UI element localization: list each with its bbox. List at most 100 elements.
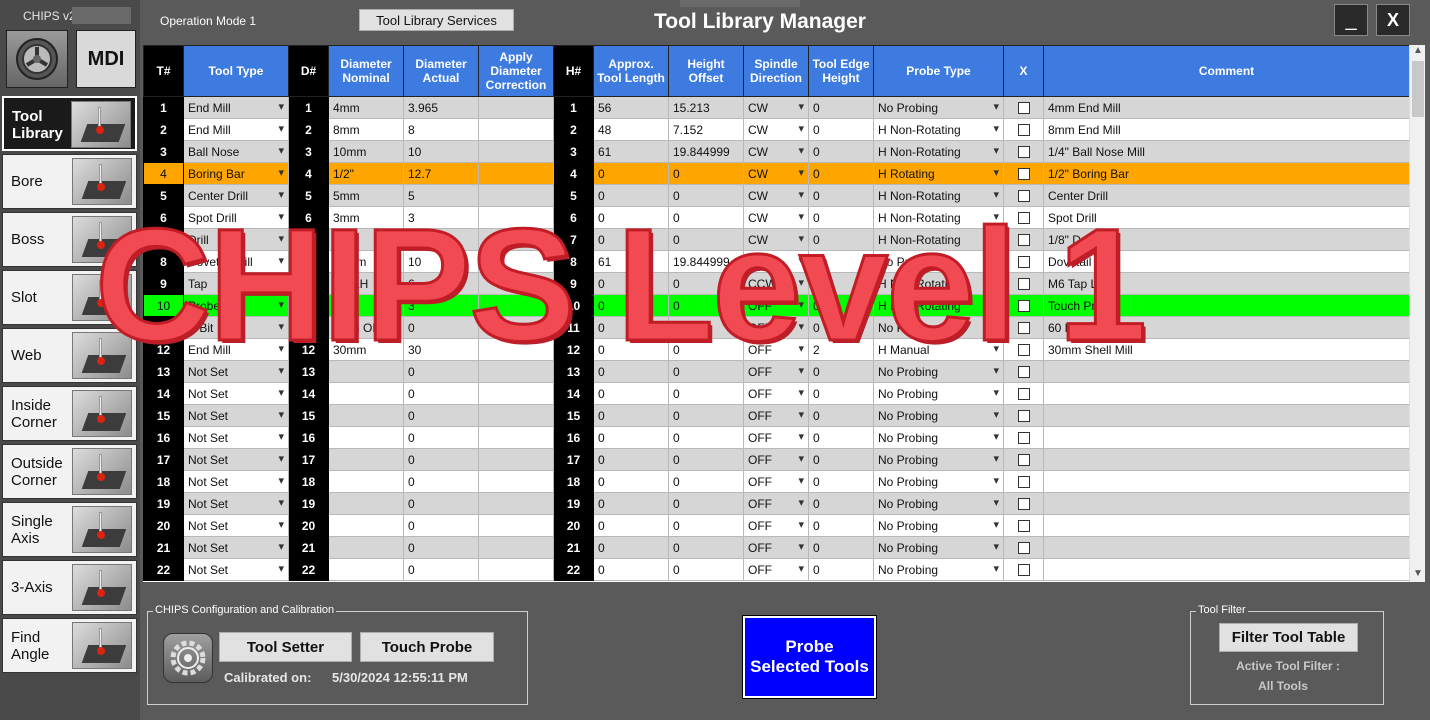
cell-spindle-direction-dropdown[interactable]: CCW (743, 272, 809, 295)
tool-library-services-button[interactable]: Tool Library Services (359, 9, 514, 31)
cell-tool-length[interactable]: 0 (593, 426, 669, 449)
table-row[interactable]: 5Center Drill55mm5500CW0H Non-RotatingCe… (143, 184, 1410, 207)
cell-spindle-direction-dropdown[interactable]: CW (743, 228, 809, 251)
cell-spindle-direction-dropdown[interactable]: CW (743, 206, 809, 229)
row-checkbox[interactable] (1017, 256, 1030, 269)
cell-diameter-actual[interactable]: 3 (403, 206, 479, 229)
row-checkbox[interactable] (1017, 300, 1030, 313)
cell-comment[interactable] (1043, 382, 1410, 405)
cell-diameter-actual[interactable]: 6 (403, 272, 479, 295)
cell-probe-type-dropdown[interactable]: No Probing (873, 448, 1004, 471)
cell-edge-height[interactable]: 0 (808, 228, 874, 251)
cell-tool-type-dropdown[interactable]: Boring Bar (183, 162, 289, 185)
cell-diameter-nominal[interactable] (328, 558, 404, 581)
cell-select[interactable] (1003, 162, 1044, 185)
cell-apply-correction[interactable] (478, 250, 554, 273)
cell-apply-correction[interactable] (478, 426, 554, 449)
cell-apply-correction[interactable] (478, 360, 554, 383)
cell-select[interactable] (1003, 140, 1044, 163)
cell-diameter-nominal[interactable] (328, 514, 404, 537)
cell-probe-type-dropdown[interactable]: H Non-Rotating (873, 118, 1004, 141)
cell-diameter-nominal[interactable] (328, 470, 404, 493)
cell-spindle-direction-dropdown[interactable]: CW (743, 162, 809, 185)
cell-diameter-nominal[interactable]: 30mm (328, 338, 404, 361)
cell-height-offset[interactable]: 0 (668, 382, 744, 405)
cell-comment[interactable]: Touch Probe (1043, 294, 1410, 317)
cell-apply-correction[interactable] (478, 294, 554, 317)
cell-height-offset[interactable]: 7.152 (668, 118, 744, 141)
cell-comment[interactable]: 60 Degree V-Bit (1043, 316, 1410, 339)
cell-spindle-direction-dropdown[interactable]: OFF (743, 514, 809, 537)
cell-diameter-actual[interactable]: 10 (403, 250, 479, 273)
cell-height-offset[interactable]: 0 (668, 470, 744, 493)
cell-diameter-nominal[interactable] (328, 294, 404, 317)
cell-diameter-nominal[interactable]: 5mm OD (328, 316, 404, 339)
row-checkbox[interactable] (1017, 366, 1030, 379)
row-checkbox[interactable] (1017, 212, 1030, 225)
cell-edge-height[interactable]: 0 (808, 118, 874, 141)
col-header-d[interactable]: D# (288, 45, 329, 97)
cell-edge-height[interactable]: 0 (808, 206, 874, 229)
cell-tool-type-dropdown[interactable]: Not Set (183, 536, 289, 559)
col-header-apply-correction[interactable]: Apply Diameter Correction (478, 45, 554, 97)
cell-apply-correction[interactable] (478, 470, 554, 493)
scroll-up-icon[interactable]: ▲ (1410, 45, 1425, 59)
cell-spindle-direction-dropdown[interactable]: OFF (743, 316, 809, 339)
cell-select[interactable] (1003, 272, 1044, 295)
cell-select[interactable] (1003, 492, 1044, 515)
cell-tool-length[interactable]: 48 (593, 118, 669, 141)
table-row[interactable]: 22Not Set2202200OFF0No Probing (143, 558, 1410, 581)
cell-edge-height[interactable]: 0 (808, 316, 874, 339)
tool-setter-button[interactable]: Tool Setter (219, 632, 352, 662)
cell-comment[interactable] (1043, 536, 1410, 559)
cell-tool-length[interactable]: 0 (593, 272, 669, 295)
cell-tool-length[interactable]: 0 (593, 382, 669, 405)
table-row[interactable]: 10Probe1031000OFF0H Non-RotatingTouch Pr… (143, 294, 1410, 317)
cell-apply-correction[interactable] (478, 536, 554, 559)
cell-probe-type-dropdown[interactable]: No Probing (873, 316, 1004, 339)
table-row[interactable]: 11V-Bit115mm OD01100OFF0No Probing60 Deg… (143, 316, 1410, 339)
cell-height-offset[interactable]: 0 (668, 536, 744, 559)
sidebar-item-web[interactable]: Web (2, 328, 137, 383)
cell-height-offset[interactable]: 0 (668, 514, 744, 537)
table-row[interactable]: 8Dovetail Mill810mm1086119.844999CW0No P… (143, 250, 1410, 273)
close-button[interactable]: X (1376, 4, 1410, 36)
col-header-tool-length[interactable]: Approx. Tool Length (593, 45, 669, 97)
cell-select[interactable] (1003, 294, 1044, 317)
table-row[interactable]: 14Not Set1401400OFF0No Probing (143, 382, 1410, 405)
cell-diameter-actual[interactable]: 12.7 (403, 162, 479, 185)
cell-apply-correction[interactable] (478, 404, 554, 427)
row-checkbox[interactable] (1017, 454, 1030, 467)
cell-probe-type-dropdown[interactable]: No Probing (873, 404, 1004, 427)
cell-diameter-actual[interactable]: 0 (403, 492, 479, 515)
cell-diameter-nominal[interactable] (328, 492, 404, 515)
cell-height-offset[interactable]: 0 (668, 316, 744, 339)
cell-apply-correction[interactable] (478, 162, 554, 185)
cell-tool-type-dropdown[interactable]: Not Set (183, 514, 289, 537)
table-row[interactable]: 17Not Set1701700OFF0No Probing (143, 448, 1410, 471)
cell-select[interactable] (1003, 470, 1044, 493)
cell-tool-type-dropdown[interactable]: Spot Drill (183, 206, 289, 229)
cell-spindle-direction-dropdown[interactable]: OFF (743, 360, 809, 383)
cell-comment[interactable]: 4mm End Mill (1043, 96, 1410, 119)
row-checkbox[interactable] (1017, 322, 1030, 335)
cell-edge-height[interactable]: 0 (808, 140, 874, 163)
cell-probe-type-dropdown[interactable]: H Non-Rotating (873, 184, 1004, 207)
cell-diameter-nominal[interactable] (328, 360, 404, 383)
cell-height-offset[interactable]: 0 (668, 492, 744, 515)
cell-select[interactable] (1003, 316, 1044, 339)
col-header-tool-type[interactable]: Tool Type (183, 45, 289, 97)
touch-probe-button[interactable]: Touch Probe (360, 632, 494, 662)
table-row[interactable]: 7Drill71/8"3.175700CW0H Non-Rotating1/8"… (143, 228, 1410, 251)
cell-probe-type-dropdown[interactable]: No Probing (873, 382, 1004, 405)
cell-diameter-nominal[interactable]: 10mm (328, 250, 404, 273)
cell-select[interactable] (1003, 514, 1044, 537)
cell-diameter-nominal[interactable] (328, 404, 404, 427)
cell-tool-type-dropdown[interactable]: Not Set (183, 404, 289, 427)
cell-edge-height[interactable]: 0 (808, 250, 874, 273)
cell-tool-type-dropdown[interactable]: Center Drill (183, 184, 289, 207)
cell-comment[interactable]: M6 Tap Left (1043, 272, 1410, 295)
cell-height-offset[interactable]: 0 (668, 426, 744, 449)
cell-edge-height[interactable]: 0 (808, 272, 874, 295)
cell-select[interactable] (1003, 536, 1044, 559)
